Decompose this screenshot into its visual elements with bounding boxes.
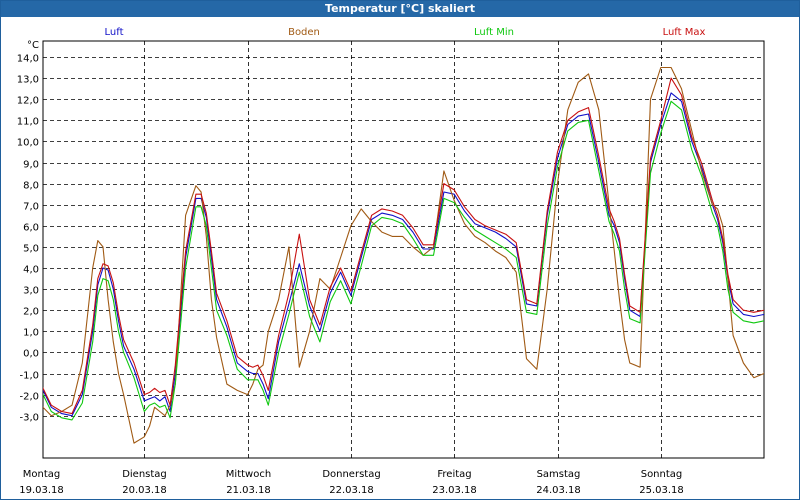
x-tick-date: 23.03.18 bbox=[432, 485, 477, 496]
legend-boden: Boden bbox=[288, 27, 320, 38]
y-tick-label: 4,0 bbox=[23, 265, 39, 276]
y-tick-label: -2,0 bbox=[19, 392, 39, 403]
y-tick-label: 10,0 bbox=[17, 138, 39, 149]
x-tick-day: Sonntag bbox=[641, 469, 683, 480]
x-tick-date: 24.03.18 bbox=[536, 485, 581, 496]
y-tick-label: 2,0 bbox=[23, 307, 39, 318]
chart-window: Temperatur [°C] skaliert 14,0 13,0 12,0 11,… bbox=[0, 0, 800, 500]
y-tick-label: 0,0 bbox=[23, 349, 39, 360]
y-tick-label: 6,0 bbox=[23, 223, 39, 234]
y-tick-label: 8,0 bbox=[23, 181, 39, 192]
y-tick-label: 12,0 bbox=[17, 96, 39, 107]
y-tick-label: 14,0 bbox=[17, 54, 39, 65]
x-tick-day: Dienstag bbox=[122, 469, 167, 480]
y-tick-label: 1,0 bbox=[23, 328, 39, 339]
legend-luft: Luft bbox=[105, 27, 124, 38]
y-tick-label: 13,0 bbox=[17, 75, 39, 86]
y-tick-label: 7,0 bbox=[23, 202, 39, 213]
x-tick-date: 20.03.18 bbox=[122, 485, 167, 496]
y-tick-label: -3,0 bbox=[19, 413, 39, 424]
y-axis-label: °C bbox=[27, 40, 39, 51]
y-tick-label: 11,0 bbox=[17, 117, 39, 128]
x-tick-date: 22.03.18 bbox=[329, 485, 374, 496]
y-tick-label: 9,0 bbox=[23, 160, 39, 171]
x-tick-date: 25.03.18 bbox=[639, 485, 684, 496]
x-tick-day: Montag bbox=[23, 469, 60, 480]
x-tick-date: 19.03.18 bbox=[19, 485, 64, 496]
x-tick-day: Mittwoch bbox=[226, 469, 271, 480]
legend-luft-min: Luft Min bbox=[474, 27, 514, 38]
temperature-chart: 14,0 13,0 12,0 11,0 10,0 9,0 8,0 7,0 6,0 5,0 4,0 3,… bbox=[17, 27, 765, 496]
x-tick-day: Samstag bbox=[537, 469, 581, 480]
y-tick-label: 3,0 bbox=[23, 286, 39, 297]
y-tick-label: 5,0 bbox=[23, 244, 39, 255]
y-tick-label: -1,0 bbox=[19, 371, 39, 382]
chart-title: Temperatur [°C] skaliert bbox=[1, 1, 799, 17]
x-tick-date: 21.03.18 bbox=[226, 485, 271, 496]
legend-luft-max: Luft Max bbox=[663, 27, 706, 38]
x-tick-day: Freitag bbox=[437, 469, 471, 480]
x-tick-day: Donnerstag bbox=[322, 469, 380, 480]
